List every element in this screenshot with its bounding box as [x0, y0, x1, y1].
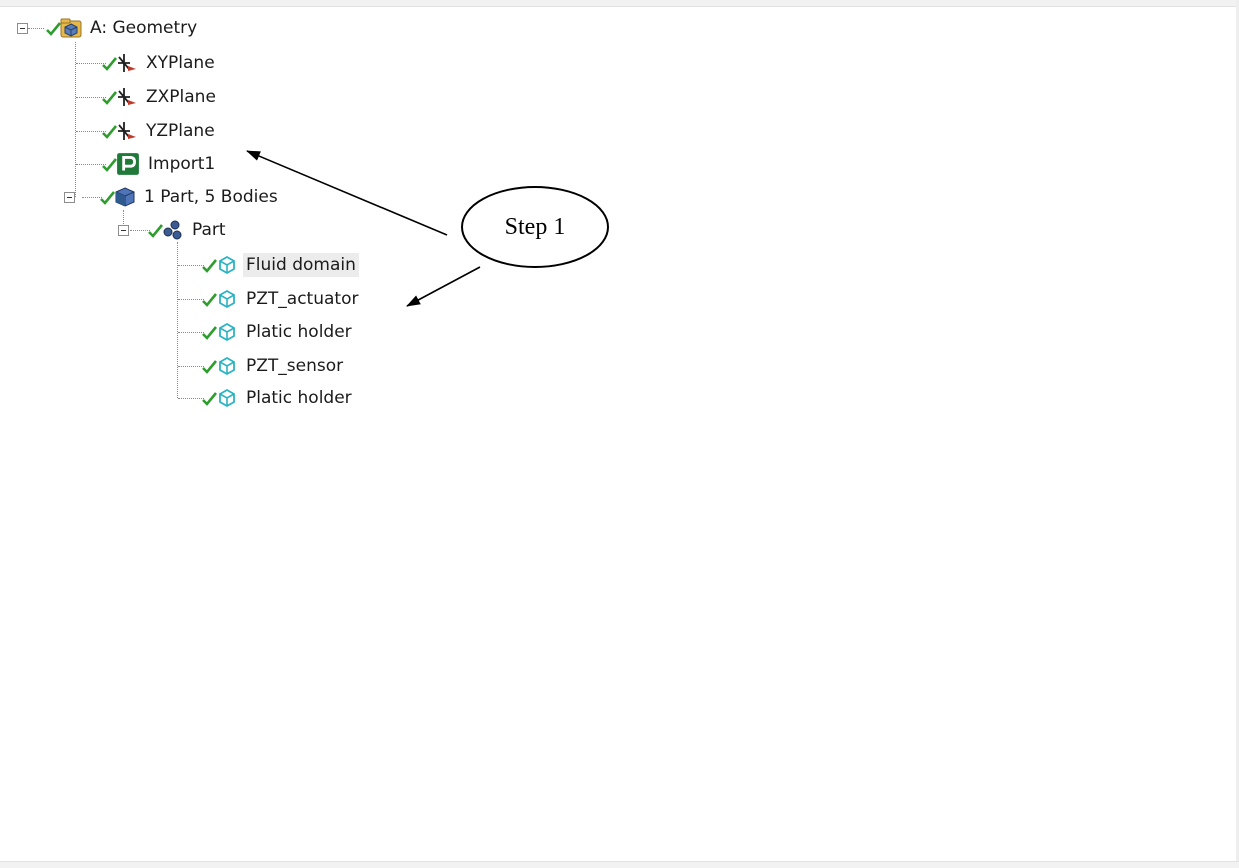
tree-node-geometry[interactable]: A: Geometry [46, 14, 200, 42]
tree-node-body-platic-holder-2[interactable]: Platic holder [202, 384, 355, 412]
tree-node-label: PZT_sensor [246, 356, 344, 376]
tree-node-label: ZXPlane [146, 87, 216, 107]
tree-connector [178, 366, 204, 367]
geometry-folder-icon [60, 18, 82, 38]
tree-node-label: A: Geometry [90, 18, 198, 38]
tree-node-body-platic-holder-1[interactable]: Platic holder [202, 318, 355, 346]
tree-node-label: Part [192, 220, 226, 240]
outline-tree-panel[interactable]: A: Geometry XYPlane ZXPlane YZPlane Impo… [0, 0, 1239, 861]
solid-body-icon [219, 255, 235, 275]
plane-axes-icon [118, 88, 136, 106]
tree-node-label: Platic holder [246, 322, 352, 342]
solid-body-icon [219, 322, 235, 342]
tree-connector [178, 299, 204, 300]
tree-node-label: Platic holder [246, 388, 352, 408]
panel-top-border [0, 0, 1239, 7]
tree-node-label: XYPlane [146, 53, 215, 73]
tree-connector [82, 197, 102, 198]
tree-node-label: 1 Part, 5 Bodies [144, 187, 278, 207]
solid-body-icon [219, 356, 235, 376]
tree-node-import1[interactable]: Import1 [102, 150, 218, 178]
tree-connector [178, 265, 204, 266]
solid-body-icon [219, 388, 235, 408]
tree-node-label: Import1 [148, 154, 216, 174]
tree-node-xyplane[interactable]: XYPlane [102, 49, 218, 77]
tree-connector [28, 28, 44, 29]
tree-node-parts-group[interactable]: 1 Part, 5 Bodies [100, 183, 281, 211]
step-callout-label: Step 1 [504, 213, 566, 240]
tree-connector [178, 398, 204, 399]
plane-axes-icon [118, 54, 136, 72]
tree-node-body-pzt-actuator[interactable]: PZT_actuator [202, 285, 361, 313]
tree-node-label: YZPlane [146, 121, 215, 141]
tree-node-part[interactable]: Part [148, 216, 229, 244]
tree-node-yzplane[interactable]: YZPlane [102, 117, 218, 145]
tree-node-label: Fluid domain [243, 253, 359, 277]
tree-connector [178, 332, 204, 333]
import-p-icon [117, 153, 139, 175]
tree-node-body-pzt-sensor[interactable]: PZT_sensor [202, 352, 346, 380]
solid-body-icon [219, 289, 235, 309]
tree-node-label: PZT_actuator [246, 289, 359, 309]
collapse-parts-toggle[interactable] [64, 192, 75, 203]
parts-cube-icon [115, 187, 135, 207]
plane-axes-icon [118, 122, 136, 140]
part-bodies-icon [163, 220, 182, 240]
tree-connector [130, 230, 150, 231]
collapse-geometry-toggle[interactable] [17, 23, 28, 34]
tree-node-zxplane[interactable]: ZXPlane [102, 83, 219, 111]
tree-node-body-fluid-domain[interactable]: Fluid domain [202, 251, 359, 279]
tree-connector [75, 42, 76, 197]
collapse-part-toggle[interactable] [118, 225, 129, 236]
